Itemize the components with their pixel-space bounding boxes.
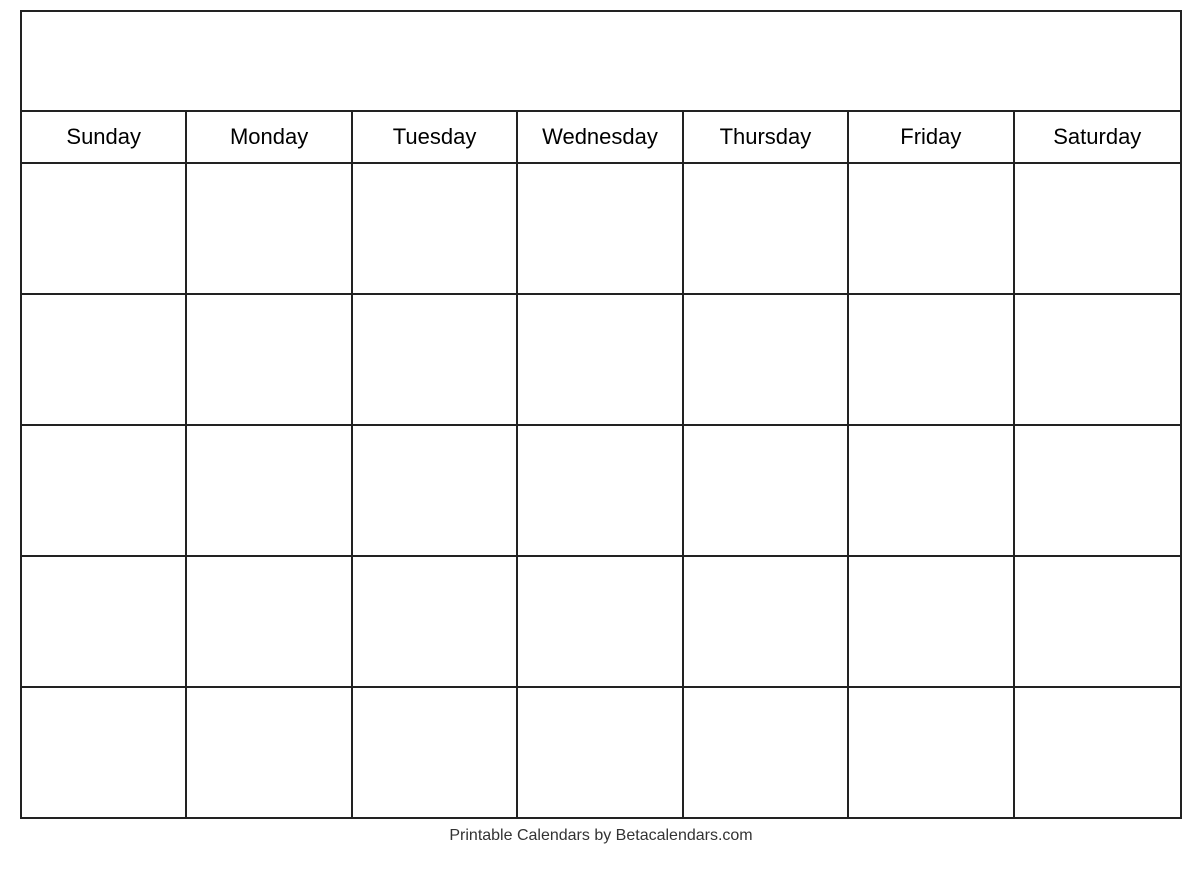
week5-sunday[interactable] [22, 688, 187, 817]
header-friday: Friday [849, 112, 1014, 162]
week5-friday[interactable] [849, 688, 1014, 817]
week4-sunday[interactable] [22, 557, 187, 686]
week4-thursday[interactable] [684, 557, 849, 686]
week2-tuesday[interactable] [353, 295, 518, 424]
week-row-4 [22, 557, 1180, 688]
header-sunday: Sunday [22, 112, 187, 162]
week2-friday[interactable] [849, 295, 1014, 424]
week-row-5 [22, 688, 1180, 817]
week5-monday[interactable] [187, 688, 352, 817]
week4-saturday[interactable] [1015, 557, 1180, 686]
header-tuesday: Tuesday [353, 112, 518, 162]
calendar-title-row [22, 12, 1180, 112]
week-row-2 [22, 295, 1180, 426]
week2-thursday[interactable] [684, 295, 849, 424]
week2-sunday[interactable] [22, 295, 187, 424]
week3-friday[interactable] [849, 426, 1014, 555]
week3-monday[interactable] [187, 426, 352, 555]
week4-monday[interactable] [187, 557, 352, 686]
calendar-body [22, 164, 1180, 817]
week3-tuesday[interactable] [353, 426, 518, 555]
week1-sunday[interactable] [22, 164, 187, 293]
week1-wednesday[interactable] [518, 164, 683, 293]
page-wrapper: Sunday Monday Tuesday Wednesday Thursday… [0, 0, 1202, 869]
week1-thursday[interactable] [684, 164, 849, 293]
header-thursday: Thursday [684, 112, 849, 162]
week5-thursday[interactable] [684, 688, 849, 817]
week-row-1 [22, 164, 1180, 295]
week5-saturday[interactable] [1015, 688, 1180, 817]
week1-monday[interactable] [187, 164, 352, 293]
header-saturday: Saturday [1015, 112, 1180, 162]
week3-thursday[interactable] [684, 426, 849, 555]
week1-tuesday[interactable] [353, 164, 518, 293]
week3-saturday[interactable] [1015, 426, 1180, 555]
week-row-3 [22, 426, 1180, 557]
week2-saturday[interactable] [1015, 295, 1180, 424]
week5-wednesday[interactable] [518, 688, 683, 817]
week1-friday[interactable] [849, 164, 1014, 293]
week4-wednesday[interactable] [518, 557, 683, 686]
week1-saturday[interactable] [1015, 164, 1180, 293]
header-wednesday: Wednesday [518, 112, 683, 162]
header-monday: Monday [187, 112, 352, 162]
week2-monday[interactable] [187, 295, 352, 424]
week2-wednesday[interactable] [518, 295, 683, 424]
calendar-header-row: Sunday Monday Tuesday Wednesday Thursday… [22, 112, 1180, 164]
calendar-footer: Printable Calendars by Betacalendars.com [449, 819, 752, 849]
week3-sunday[interactable] [22, 426, 187, 555]
week5-tuesday[interactable] [353, 688, 518, 817]
week3-wednesday[interactable] [518, 426, 683, 555]
week4-friday[interactable] [849, 557, 1014, 686]
calendar-container: Sunday Monday Tuesday Wednesday Thursday… [20, 10, 1182, 819]
week4-tuesday[interactable] [353, 557, 518, 686]
